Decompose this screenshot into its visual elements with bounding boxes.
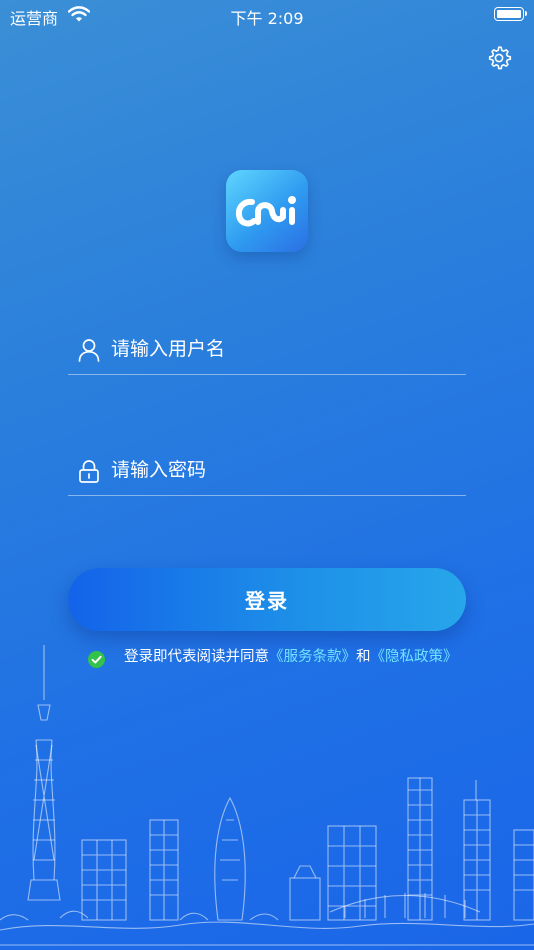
city-skyline-illustration — [0, 645, 534, 946]
status-time: 下午 2:09 — [230, 9, 304, 28]
password-input[interactable] — [111, 455, 451, 485]
status-bar: 运营商 下午 2:09 — [0, 0, 534, 30]
gear-icon[interactable] — [486, 45, 512, 71]
battery-icon — [494, 7, 527, 21]
login-button[interactable]: 登录 — [68, 568, 466, 631]
user-icon — [78, 338, 100, 362]
app-logo — [226, 170, 308, 252]
username-input[interactable] — [111, 334, 451, 364]
username-field-row — [68, 326, 466, 375]
lock-icon — [78, 459, 100, 483]
password-field-row — [68, 447, 466, 496]
